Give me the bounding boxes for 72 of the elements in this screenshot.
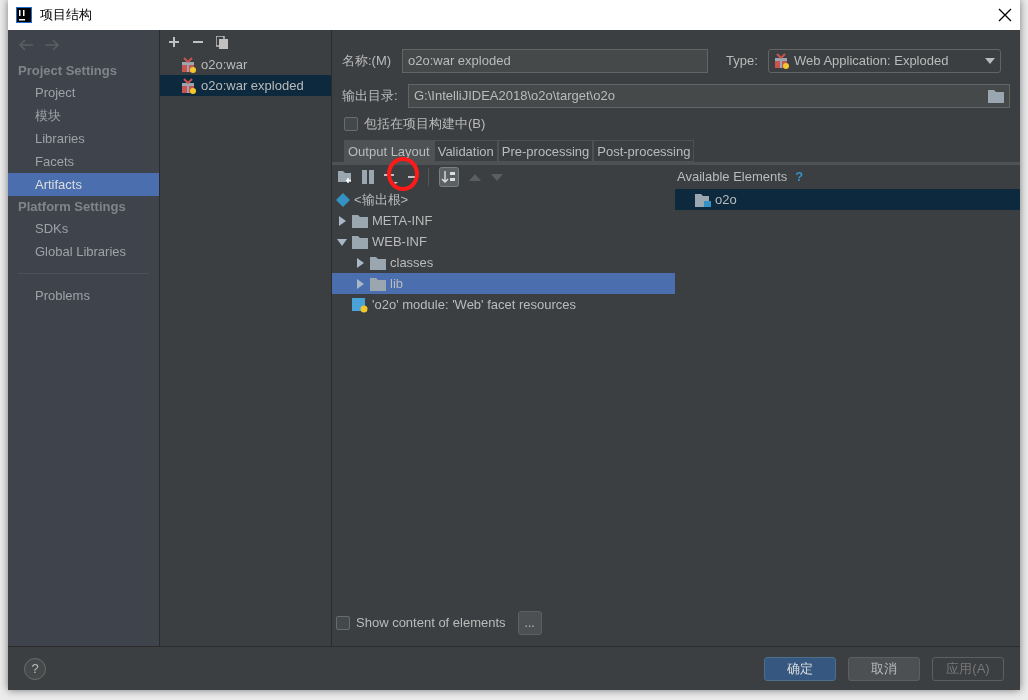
module-folder-icon [695,192,711,207]
gift-icon [181,56,197,73]
collapsed-arrow-icon[interactable] [354,277,366,290]
sort-icon[interactable] [439,167,459,187]
tree-label: classes [390,253,434,272]
tree-label: lib [390,274,403,293]
archive-icon[interactable] [362,170,374,184]
tree-label: 'o2o' module: 'Web' facet resources [372,295,577,314]
more-button[interactable]: ... [517,611,542,635]
show-content-checkbox[interactable] [336,616,350,630]
tree-label: WEB-INF [372,232,427,251]
dialog-button[interactable]: 取消 [848,656,920,681]
sidebar-item[interactable]: Global Libraries [8,240,159,263]
help-link[interactable]: ? [795,167,804,187]
sidebar-item[interactable]: Libraries [8,127,159,150]
tree-row[interactable]: <输出根> [332,189,675,210]
section-heading: Project Settings [17,62,118,80]
name-field[interactable]: o2o:war exploded [402,49,708,73]
copy-icon[interactable] [216,35,228,49]
folder-icon [352,213,368,228]
tree-row[interactable]: WEB-INF [332,231,675,252]
include-label: 包括在项目构建中(B) [364,115,486,134]
dropdown-arrow-icon [985,58,995,64]
new-folder-icon[interactable] [338,171,352,183]
sidebar-item[interactable]: 模块 [8,104,159,127]
dialog-button[interactable]: 确定 [764,656,836,681]
module-icon [352,296,368,313]
tree-row[interactable]: lib [332,273,675,294]
sidebar-item[interactable]: Project [8,81,159,104]
tree-label: <输出根> [354,190,409,209]
collapsed-arrow-icon[interactable] [336,214,348,227]
app-logo-icon [16,7,32,23]
sidebar-item[interactable]: Artifacts [8,173,159,196]
show-content-label: Show content of elements [356,614,506,633]
gift-icon [774,53,790,69]
collapsed-arrow-icon[interactable] [354,256,366,269]
type-label: Type: [726,52,759,71]
include-checkbox[interactable] [344,117,358,131]
output-dir-field[interactable]: G:\IntelliJIDEA2018\o2o\target\o2o [408,84,1010,108]
artifact-label: o2o:war [201,55,248,74]
artifact-item[interactable]: o2o:war exploded [160,75,331,96]
add-icon[interactable] [168,36,180,48]
tab[interactable]: Validation [433,140,498,162]
annotation-circle [386,157,420,191]
close-icon[interactable] [998,8,1012,22]
available-label: o2o [715,190,737,209]
diamond-icon [336,192,350,207]
available-elements-title: Available Elements [677,168,788,187]
sidebar-item[interactable]: Facets [8,150,159,173]
tab[interactable]: Post-processing [593,140,695,162]
tree-row[interactable]: classes [332,252,675,273]
folder-icon [352,234,368,249]
artifact-label: o2o:war exploded [201,76,304,95]
folder-icon [370,276,386,291]
type-dropdown[interactable]: Web Application: Exploded [768,49,1001,73]
tree-row[interactable]: META-INF [332,210,675,231]
output-dir-label: 输出目录: [342,87,399,106]
help-button[interactable]: ? [24,657,46,680]
tree-row[interactable]: 'o2o' module: 'Web' facet resources [332,294,675,315]
folder-icon [370,255,386,270]
section-heading: Platform Settings [17,198,127,216]
sidebar-item[interactable]: Problems [8,284,159,307]
window-title: 项目结构 [40,6,93,25]
tree-label: META-INF [372,211,433,230]
artifact-item[interactable]: o2o:war [160,54,331,75]
tab[interactable]: Pre-processing [497,140,594,162]
available-item[interactable]: o2o [675,189,1020,210]
tab[interactable]: Output Layout [344,140,434,162]
name-label: 名称:(M) [342,52,393,71]
gift-icon [181,77,197,94]
sidebar-item[interactable]: SDKs [8,217,159,240]
browse-folder-icon [988,89,1004,103]
